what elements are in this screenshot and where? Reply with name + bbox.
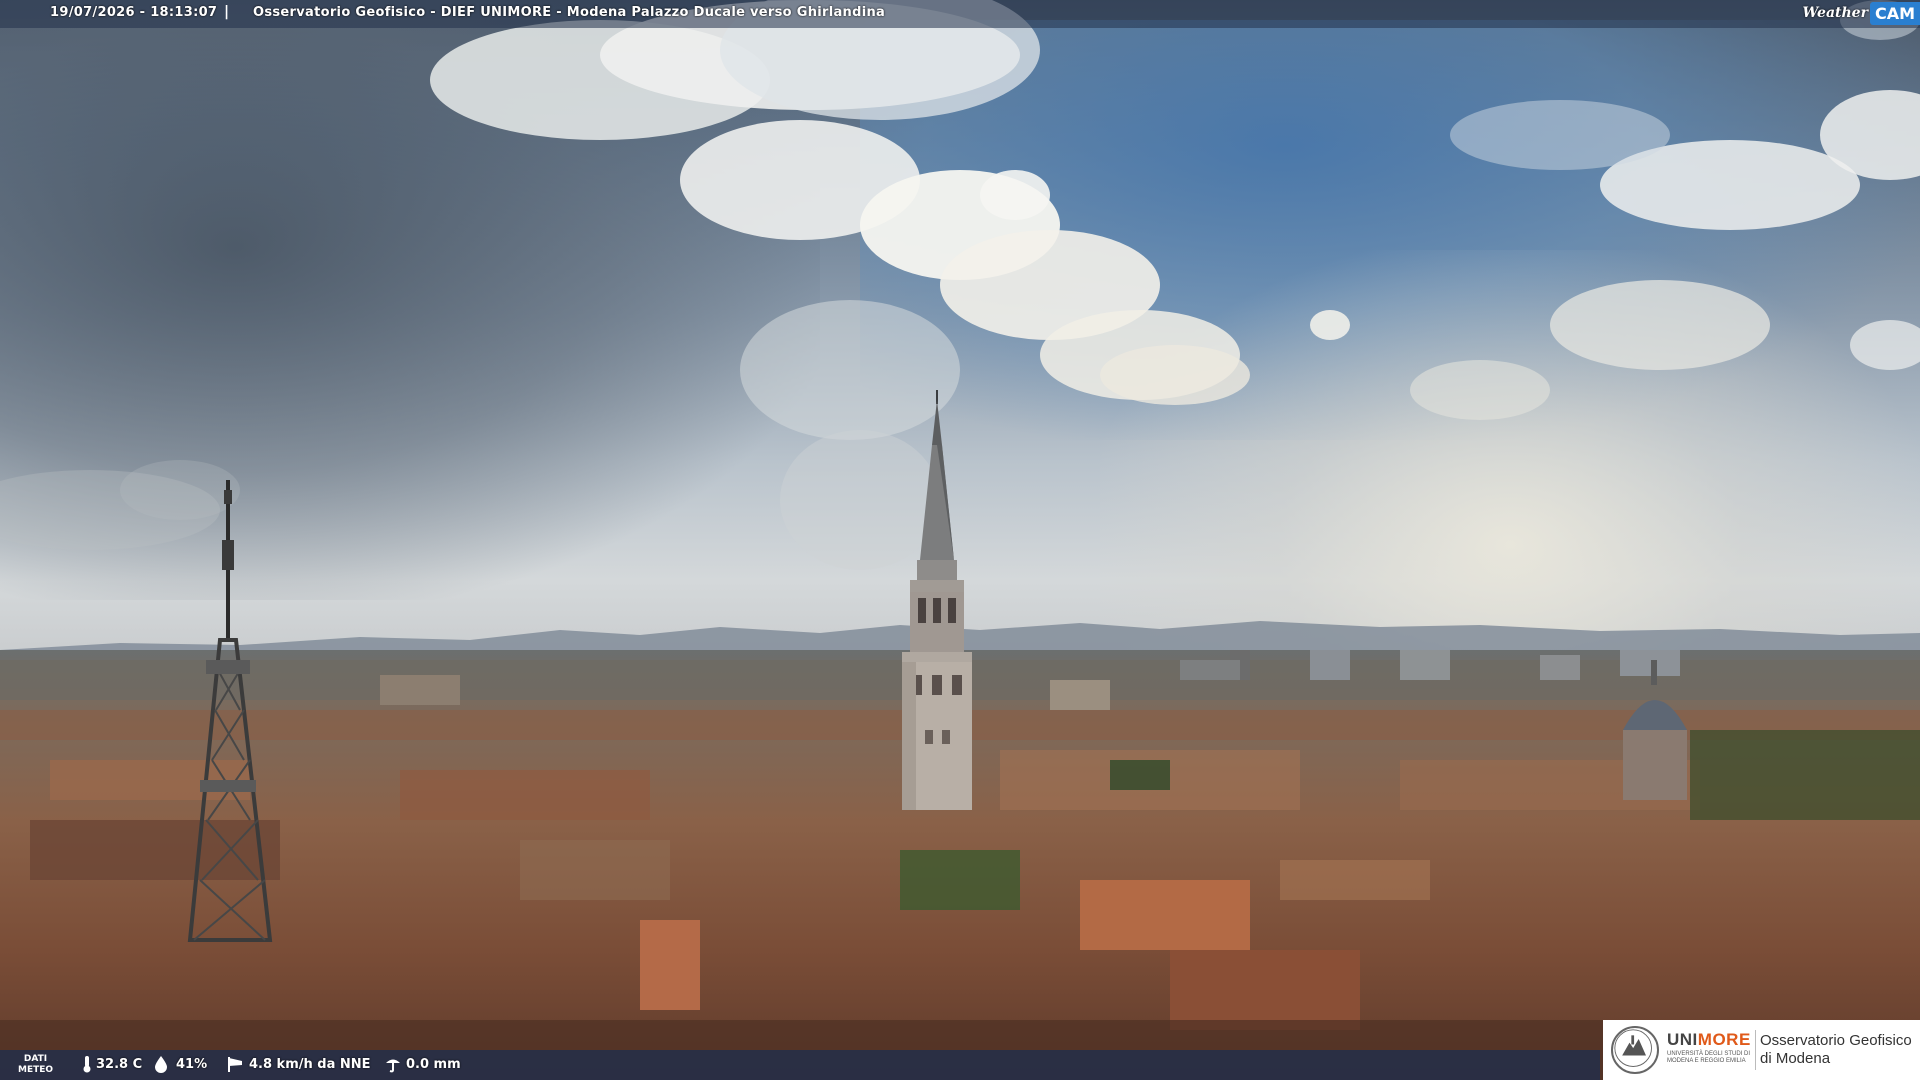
sun-haze — [1100, 250, 1920, 670]
ghirlandina-tower — [902, 390, 972, 810]
observatory-line1: Osservatorio Geofisico — [1760, 1032, 1912, 1049]
wind-sock-icon — [228, 1057, 242, 1072]
weathercam-logo-cam: CAM — [1869, 1, 1920, 25]
thermometer-icon — [83, 1056, 91, 1073]
timestamp: 19/07/2026 - 18:13:07 — [50, 5, 218, 20]
university-seal-icon — [1611, 1026, 1659, 1074]
rain-value: 0.0 mm — [406, 1057, 461, 1072]
webcam-image — [0, 0, 1920, 1080]
unimore-wordmark-uni: UNI — [1667, 1030, 1698, 1049]
unimore-logo-box: UNIMORE UNIVERSITÀ DEGLI STUDI DI MODENA… — [1603, 1020, 1920, 1080]
unimore-wordmark-more: MORE — [1697, 1030, 1751, 1049]
weathercam-logo: Weather CAM — [1802, 0, 1920, 26]
church-dome — [1623, 660, 1687, 800]
humidity-drop-icon — [155, 1056, 167, 1073]
wind-value: 4.8 km/h da NNE — [249, 1057, 371, 1072]
observatory-line2: di Modena — [1760, 1050, 1831, 1067]
meteo-label-line2: METEO — [18, 1065, 54, 1075]
header-separator: | — [224, 4, 230, 20]
humidity-value: 41% — [176, 1057, 208, 1072]
rain-gauge-icon — [386, 1059, 400, 1073]
meteo-label-line1: DATI — [23, 1054, 48, 1064]
unimore-wordmark: UNIMORE — [1667, 1030, 1751, 1050]
temperature-value: 32.8 C — [96, 1057, 143, 1072]
weathercam-logo-weather: Weather — [1802, 5, 1868, 21]
meteo-data-label: DATI METEO — [18, 1054, 53, 1076]
logo-divider — [1755, 1030, 1756, 1070]
observatory-name: Osservatorio Geofisico di Modena — [1760, 1032, 1912, 1068]
unimore-subtitle: UNIVERSITÀ DEGLI STUDI DI MODENA E REGGI… — [1667, 1051, 1751, 1064]
radio-antenna-mast — [187, 480, 273, 942]
camera-location-title: Osservatorio Geofisico - DIEF UNIMORE - … — [253, 5, 886, 20]
